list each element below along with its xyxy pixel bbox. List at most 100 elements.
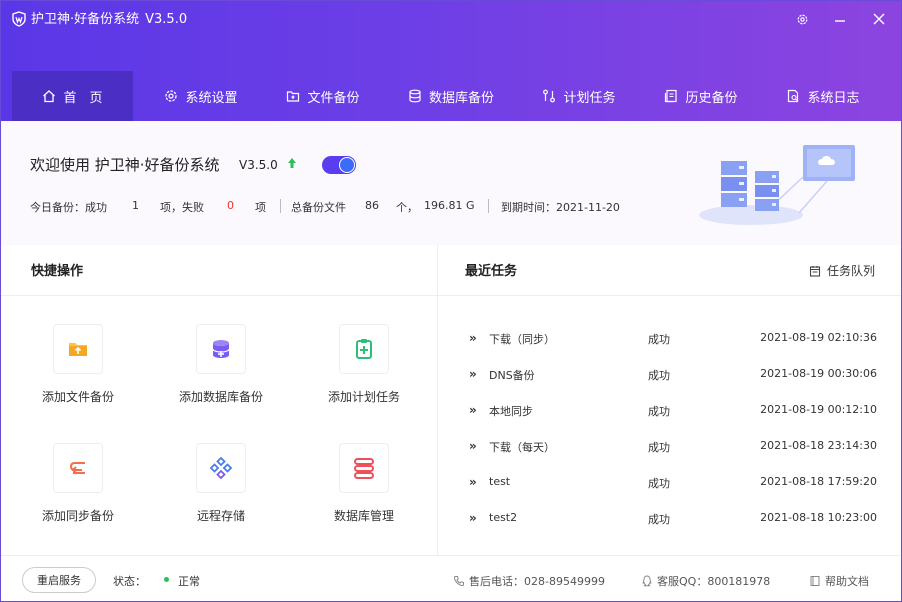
task-time: 2021-08-18 17:59:20 (760, 475, 877, 488)
service-toggle[interactable] (322, 156, 356, 174)
fail-label: 项，失败 (160, 201, 204, 214)
folder-upload-icon (69, 343, 87, 356)
nav-settings[interactable]: 系统设置 (151, 71, 251, 121)
task-row[interactable]: » DNS备份 成功 2021-08-19 00:30:06 (469, 367, 879, 383)
total-count: 86 (365, 199, 379, 212)
task-row[interactable]: » test2 成功 2021-08-18 10:23:00 (469, 511, 879, 527)
recent-tasks-title: 最近任务 (465, 264, 518, 279)
help-docs-link[interactable]: 帮助文档 (809, 573, 869, 589)
task-status: 成功 (648, 333, 670, 346)
quick-item-label: 添加数据库备份 (178, 390, 263, 404)
nav-file-backup-label: 文件备份 (307, 90, 360, 106)
task-icon (543, 89, 556, 103)
task-status: 成功 (648, 513, 670, 526)
quick-add-scheduled-task[interactable]: 添加计划任务 (294, 324, 434, 414)
nav-scheduled-tasks-label: 计划任务 (563, 90, 616, 106)
task-status: 成功 (648, 477, 670, 490)
quick-remote-storage[interactable]: 远程存储 (151, 443, 291, 533)
quick-add-file-backup[interactable]: 添加文件备份 (8, 324, 148, 414)
nav-system-log[interactable]: 系统日志 (773, 71, 873, 121)
task-time: 2021-08-19 00:30:06 (760, 367, 877, 380)
help-docs-text: 帮助文档 (825, 575, 869, 588)
upgrade-arrow-icon[interactable] (287, 157, 297, 169)
quick-add-sync-backup[interactable]: 添加同步备份 (8, 443, 148, 533)
nav-history-backup[interactable]: 历史备份 (651, 71, 751, 121)
quick-icon-box (196, 443, 246, 493)
server-cloud-illustration (699, 145, 855, 225)
today-label: 今日备份：成功 (30, 201, 107, 214)
restart-service-button[interactable]: 重启服务 (22, 567, 96, 593)
task-time: 2021-08-18 23:14:30 (760, 439, 877, 452)
quick-add-db-backup[interactable]: 添加数据库备份 (151, 324, 291, 414)
double-chevron-right-icon: » (469, 403, 477, 417)
quick-item-label: 数据库管理 (333, 509, 394, 523)
support-phone-text: 售后电话：028-89549999 (469, 575, 605, 588)
task-name: test2 (489, 511, 518, 524)
double-chevron-right-icon: » (469, 511, 477, 525)
quick-item-label: 添加计划任务 (327, 390, 400, 404)
quick-database-manage[interactable]: 数据库管理 (294, 443, 434, 533)
nav-scheduled-tasks[interactable]: 计划任务 (529, 71, 629, 121)
task-status: 成功 (648, 369, 670, 382)
database-manage-icon (354, 458, 374, 479)
home-icon (43, 90, 56, 103)
nav-home-label: 首 页 (63, 90, 103, 106)
task-name: test (489, 475, 511, 488)
fail-count: 0 (227, 199, 234, 212)
task-status: 成功 (648, 405, 670, 418)
nav-db-backup[interactable]: 数据库备份 (395, 71, 507, 121)
task-status: 成功 (648, 441, 670, 454)
sync-icon (69, 462, 85, 474)
total-label: 总备份文件 (291, 201, 346, 214)
nav-home[interactable]: 首 页 (12, 71, 133, 121)
nav-history-backup-label: 历史备份 (685, 90, 738, 106)
settings-button[interactable] (791, 9, 813, 29)
qq-icon (642, 575, 652, 587)
database-add-icon (212, 340, 230, 358)
app-logo-icon (12, 11, 26, 27)
welcome-version: V3.5.0 (239, 158, 278, 172)
support-qq[interactable]: 客服QQ：800181978 (641, 573, 770, 589)
log-icon (788, 89, 799, 103)
stats-divider (488, 199, 489, 213)
status-label: 状态： (113, 575, 146, 588)
quick-item-label: 添加同步备份 (41, 509, 114, 523)
close-button[interactable] (868, 9, 890, 29)
nav-file-backup[interactable]: 文件备份 (273, 71, 373, 121)
app-window: 护卫神·好备份系统 V3.5.0 首 页 系统设置 文件备份 数据库备份 计划任… (0, 0, 902, 602)
task-queue-button[interactable]: 任务队列 (809, 262, 875, 279)
remote-storage-icon (209, 456, 233, 480)
quick-item-label: 远程存储 (196, 509, 245, 523)
status-bar: 重启服务 状态： 正常 售后电话：028-89549999 客服QQ：80018… (1, 555, 901, 601)
nav-system-log-label: 系统日志 (807, 90, 860, 106)
main-nav: 首 页 系统设置 文件备份 数据库备份 计划任务 历史备份 系统日志 (1, 71, 901, 121)
task-row[interactable]: » test 成功 2021-08-18 17:59:20 (469, 475, 879, 491)
task-name: DNS备份 (489, 369, 535, 382)
task-row[interactable]: » 本地同步 成功 2021-08-19 00:12:10 (469, 403, 879, 419)
app-version: V3.5.0 (145, 12, 188, 27)
count-unit: 个， (396, 201, 418, 214)
clipboard-add-icon (356, 339, 372, 359)
close-icon (873, 13, 885, 25)
minimize-button[interactable] (829, 9, 851, 29)
stats-divider (280, 199, 281, 213)
book-icon (810, 576, 820, 586)
status-value: 正常 (178, 575, 200, 588)
task-name: 下载（同步） (489, 333, 555, 346)
quick-item-label: 添加文件备份 (41, 390, 114, 404)
size-unit: G (466, 199, 475, 212)
task-row[interactable]: » 下载（每天） 成功 2021-08-18 23:14:30 (469, 439, 879, 455)
database-icon (409, 89, 421, 103)
nav-db-backup-label: 数据库备份 (428, 90, 494, 106)
quick-icon-box (53, 324, 103, 374)
welcome-title: 欢迎使用 护卫神·好备份系统 (30, 156, 220, 174)
gear-icon (797, 14, 807, 24)
quick-icon-box (196, 324, 246, 374)
double-chevron-right-icon: » (469, 331, 477, 345)
task-row[interactable]: » 下载（同步） 成功 2021-08-19 02:10:36 (469, 331, 879, 347)
quick-icon-box (53, 443, 103, 493)
nav-settings-label: 系统设置 (185, 90, 238, 106)
support-phone: 售后电话：028-89549999 (453, 573, 605, 589)
gear-icon (165, 90, 178, 102)
double-chevron-right-icon: » (469, 439, 477, 453)
